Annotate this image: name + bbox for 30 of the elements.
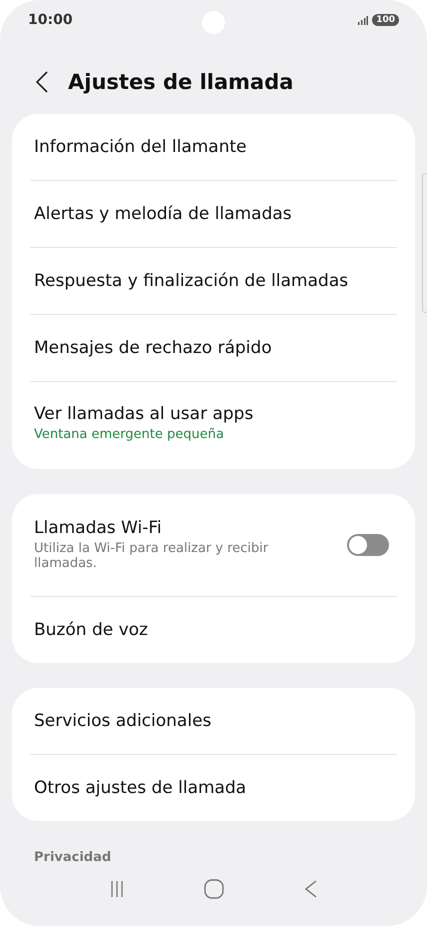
settings-item[interactable]: Llamadas Wi-Fi Utiliza la Wi-Fi para realizar y recibir llamadas. <box>12 494 415 596</box>
section-header: Privacidad <box>33 848 112 865</box>
item-title: Buzón de voz <box>34 620 149 640</box>
settings-item[interactable]: Ver llamadas al usar apps Ventana emergente pequeña <box>12 382 415 469</box>
signal-icon <box>358 16 368 25</box>
item-title: Ver llamadas al usar apps <box>34 404 254 424</box>
settings-item[interactable]: Información del llamante <box>12 114 415 180</box>
settings-item[interactable]: Buzón de voz <box>12 596 415 663</box>
item-subtitle: Ventana emergente pequeña <box>34 427 225 442</box>
settings-item[interactable]: Alertas y melodía de llamadas <box>12 180 415 247</box>
item-title: Mensajes de rechazo rápido <box>34 338 273 358</box>
back-icon[interactable] <box>36 70 48 93</box>
battery-level: 100 <box>372 14 399 26</box>
recent-apps-icon[interactable] <box>110 881 124 898</box>
settings-item[interactable]: Otros ajustes de llamada <box>12 754 415 821</box>
item-title: Respuesta y finalización de llamadas <box>34 270 350 291</box>
item-title: Información del llamante <box>34 136 248 157</box>
settings-item[interactable]: Servicios adicionales <box>12 688 415 754</box>
item-title: Otros ajustes de llamada <box>34 778 248 798</box>
status-time: 10:00 <box>28 12 73 28</box>
page-title: Ajustes de llamada <box>68 70 294 94</box>
item-title: Servicios adicionales <box>34 710 212 731</box>
back-nav-icon[interactable] <box>304 880 317 898</box>
settings-item[interactable]: Mensajes de rechazo rápido <box>12 314 415 381</box>
item-subtitle: Utiliza la Wi-Fi para realizar y recibir llamadas. <box>34 541 270 572</box>
item-title: Llamadas Wi-Fi <box>34 518 163 538</box>
home-icon[interactable] <box>204 879 224 900</box>
toggle-switch[interactable] <box>347 534 389 556</box>
item-title: Alertas y melodía de llamadas <box>34 204 293 224</box>
settings-item[interactable]: Respuesta y finalización de llamadas <box>12 248 415 314</box>
